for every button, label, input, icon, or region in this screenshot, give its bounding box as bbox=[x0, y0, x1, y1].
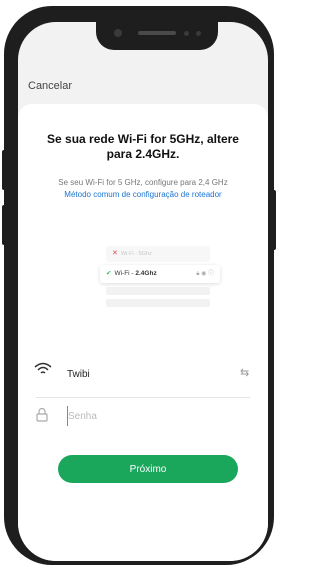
lock-icon bbox=[36, 407, 48, 422]
wifi-5ghz-row: ✕ Wi-Fi - 5Ghz bbox=[106, 246, 210, 262]
sensor-dot bbox=[196, 31, 201, 36]
phone-notch bbox=[96, 22, 218, 50]
speaker-grille bbox=[138, 31, 176, 35]
placeholder-row bbox=[106, 299, 210, 307]
placeholder-row bbox=[106, 287, 210, 295]
wifi-band-illustration: ✕ Wi-Fi - 5Ghz ✔ Wi-Fi - 2.4Ghz 🔒︎ ◉ ⓘ bbox=[92, 246, 220, 326]
field-divider bbox=[36, 397, 250, 398]
hint-text: Se seu Wi-Fi for 5 GHz, configure para 2… bbox=[58, 178, 228, 187]
swap-network-icon[interactable]: ⇆ bbox=[240, 366, 249, 379]
check-icon: ✔ bbox=[106, 270, 112, 277]
wifi-5ghz-network: 5Ghz bbox=[138, 251, 152, 257]
router-config-link[interactable]: Método comum de configuração de roteador bbox=[28, 190, 258, 199]
x-icon: ✕ bbox=[112, 250, 118, 257]
wifi-24ghz-row: ✔ Wi-Fi - 2.4Ghz 🔒︎ ◉ ⓘ bbox=[100, 265, 220, 283]
wifi-24ghz-network: 2.4Ghz bbox=[135, 270, 157, 277]
cancel-button[interactable]: Cancelar bbox=[28, 80, 72, 92]
password-field[interactable] bbox=[67, 406, 228, 426]
wifi-icon bbox=[34, 362, 52, 374]
sensor-dot bbox=[184, 31, 189, 36]
wifi-24ghz-prefix: Wi-Fi - bbox=[114, 270, 136, 277]
camera-icon bbox=[114, 29, 122, 37]
next-button[interactable]: Próximo bbox=[58, 455, 238, 483]
wifi-5ghz-prefix: Wi-Fi - bbox=[120, 251, 139, 257]
app-screen: Cancelar Se sua rede Wi-Fi for 5GHz, alt… bbox=[18, 22, 268, 561]
wifi-status-icons: 🔒︎ ◉ ⓘ bbox=[196, 271, 214, 277]
page-title: Se sua rede Wi-Fi for 5GHz, altere para … bbox=[47, 132, 239, 161]
wifi-setup-card: Se sua rede Wi-Fi for 5GHz, altere para … bbox=[18, 104, 268, 561]
wifi-ssid-value[interactable]: Twibi bbox=[67, 369, 90, 380]
